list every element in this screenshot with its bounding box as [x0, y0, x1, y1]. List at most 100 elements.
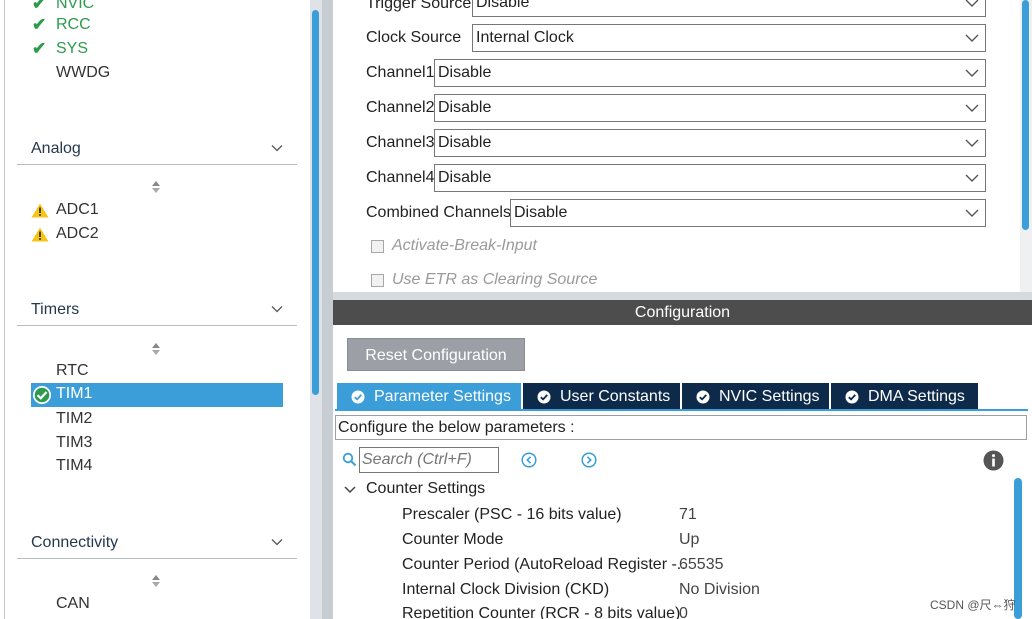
select-value: Disable: [514, 204, 568, 221]
sort-icon[interactable]: [150, 574, 162, 588]
activate-break-input-label: Activate-Break-Input: [392, 237, 537, 254]
category-connectivity[interactable]: Connectivity: [17, 532, 297, 559]
left-tree-panel: ✔ NVIC ✔ RCC ✔ SYS WWDG Analog ADC1 ADC2…: [0, 0, 310, 619]
tab-label: Parameter Settings: [374, 388, 511, 405]
tree-item-tim3[interactable]: TIM3: [56, 433, 92, 453]
tree-item-tim2[interactable]: TIM2: [56, 409, 92, 429]
tree-item-label: TIM3: [56, 434, 93, 451]
tab-parameter-settings[interactable]: Parameter Settings: [337, 383, 521, 410]
channel4-label: Channel4: [366, 169, 435, 186]
tree-item-label: TIM4: [56, 457, 93, 474]
tree-item-label: ADC1: [56, 201, 99, 218]
use-etr-checkbox[interactable]: [371, 274, 384, 287]
check-circle-icon: [33, 386, 51, 404]
trigger-source-label: Trigger Source: [366, 0, 472, 12]
category-analog[interactable]: Analog: [17, 138, 297, 165]
parameter-list: Prescaler (PSC - 16 bits value) 71 Count…: [333, 500, 1013, 619]
param-repetition-counter-name: Repetition Counter (RCR - 8 bits value): [402, 605, 681, 619]
next-result-icon[interactable]: [581, 452, 597, 468]
channel1-label: Channel1: [366, 64, 435, 81]
tab-dma-settings[interactable]: DMA Settings: [831, 383, 978, 410]
tree-item-label: TIM2: [56, 410, 93, 427]
check-circle-icon: [845, 390, 859, 404]
channel3-select[interactable]: Disable: [434, 129, 986, 157]
param-counter-period-value[interactable]: 65535: [679, 556, 724, 574]
mode-scrollbar-thumb[interactable]: [1022, 0, 1029, 230]
info-icon[interactable]: [983, 450, 1004, 471]
tree-item-can[interactable]: CAN: [56, 594, 90, 614]
tree-item-tim1-selected[interactable]: TIM1: [31, 383, 283, 407]
warning-icon: [31, 203, 49, 218]
select-value: Disable: [476, 0, 530, 11]
chevron-down-icon: [271, 539, 283, 546]
clock-source-select[interactable]: Internal Clock: [472, 24, 986, 52]
tree-item-wwdg[interactable]: WWDG: [56, 63, 110, 83]
param-counter-mode-name: Counter Mode: [402, 531, 504, 548]
tree-item-label: NVIC: [56, 0, 95, 12]
check-circle-icon: [537, 390, 551, 404]
watermark-text: CSDN @尺⇔狩: [930, 598, 1016, 612]
channel1-select[interactable]: Disable: [434, 59, 986, 87]
tree-item-adc2[interactable]: ADC2: [31, 224, 99, 244]
tree-item-tim4[interactable]: TIM4: [56, 456, 92, 476]
chevron-down-icon: [965, 174, 979, 182]
tree-item-rcc[interactable]: ✔ RCC: [32, 15, 91, 35]
panel-divider[interactable]: [322, 0, 333, 619]
tree-item-label: RTC: [56, 362, 89, 379]
clock-source-label: Clock Source: [366, 29, 462, 46]
check-circle-icon: [696, 390, 710, 404]
tree-item-rtc[interactable]: RTC: [56, 361, 89, 381]
select-value: Internal Clock: [476, 29, 574, 46]
sort-icon[interactable]: [150, 180, 162, 194]
counter-settings-group-title: Counter Settings: [366, 480, 486, 497]
left-scrollbar-thumb[interactable]: [312, 10, 319, 395]
chevron-down-icon[interactable]: [343, 484, 357, 496]
trigger-source-select[interactable]: Disable: [472, 0, 986, 17]
sort-icon[interactable]: [150, 342, 162, 356]
mode-panel: Trigger Source Disable Clock Source Inte…: [333, 0, 1032, 292]
activate-break-input-checkbox[interactable]: [371, 240, 384, 253]
tree-item-label: RCC: [56, 16, 91, 33]
chevron-down-icon: [965, 0, 979, 7]
chevron-down-icon: [965, 34, 979, 42]
tree-item-label: TIM1: [56, 385, 93, 402]
tree-item-nvic[interactable]: ✔ NVIC: [32, 0, 95, 14]
chevron-down-icon: [965, 139, 979, 147]
config-description: Configure the below parameters :: [335, 415, 1027, 440]
param-prescaler-value[interactable]: 71: [679, 506, 697, 524]
search-icon[interactable]: [342, 452, 357, 467]
previous-result-icon[interactable]: [521, 452, 537, 468]
tab-label: NVIC Settings: [719, 388, 820, 405]
chevron-down-icon: [271, 145, 283, 152]
warning-icon: [31, 227, 49, 242]
chevron-down-icon: [965, 69, 979, 77]
channel3-label: Channel3: [366, 134, 435, 151]
panel-separator[interactable]: [333, 292, 1032, 300]
search-field[interactable]: [359, 447, 499, 473]
check-icon: ✔: [32, 39, 47, 58]
param-repetition-counter-value[interactable]: 0: [679, 605, 688, 619]
param-counter-mode-value[interactable]: Up: [679, 531, 699, 549]
channel2-select[interactable]: Disable: [434, 94, 986, 122]
tab-underline: [335, 409, 1028, 411]
tree-item-sys[interactable]: ✔ SYS: [32, 39, 89, 59]
category-label: Timers: [31, 301, 80, 318]
tab-user-constants[interactable]: User Constants: [523, 383, 680, 410]
tab-nvic-settings[interactable]: NVIC Settings: [682, 383, 829, 410]
chevron-down-icon: [965, 209, 979, 217]
search-input[interactable]: [362, 451, 492, 469]
channel4-select[interactable]: Disable: [434, 164, 986, 192]
tree-item-label: WWDG: [56, 64, 111, 81]
tree-item-label: ADC2: [56, 225, 99, 242]
check-icon: ✔: [32, 0, 47, 13]
tab-label: DMA Settings: [868, 388, 965, 405]
param-clock-division-value[interactable]: No Division: [679, 581, 760, 599]
tree-item-adc1[interactable]: ADC1: [31, 200, 99, 220]
tree-item-label: SYS: [56, 40, 89, 57]
combined-channels-select[interactable]: Disable: [510, 199, 986, 227]
category-label: Connectivity: [31, 534, 119, 551]
category-timers[interactable]: Timers: [17, 299, 297, 326]
reset-configuration-button[interactable]: Reset Configuration: [347, 338, 525, 371]
category-label: Analog: [31, 140, 81, 157]
param-prescaler-name: Prescaler (PSC - 16 bits value): [402, 506, 622, 523]
